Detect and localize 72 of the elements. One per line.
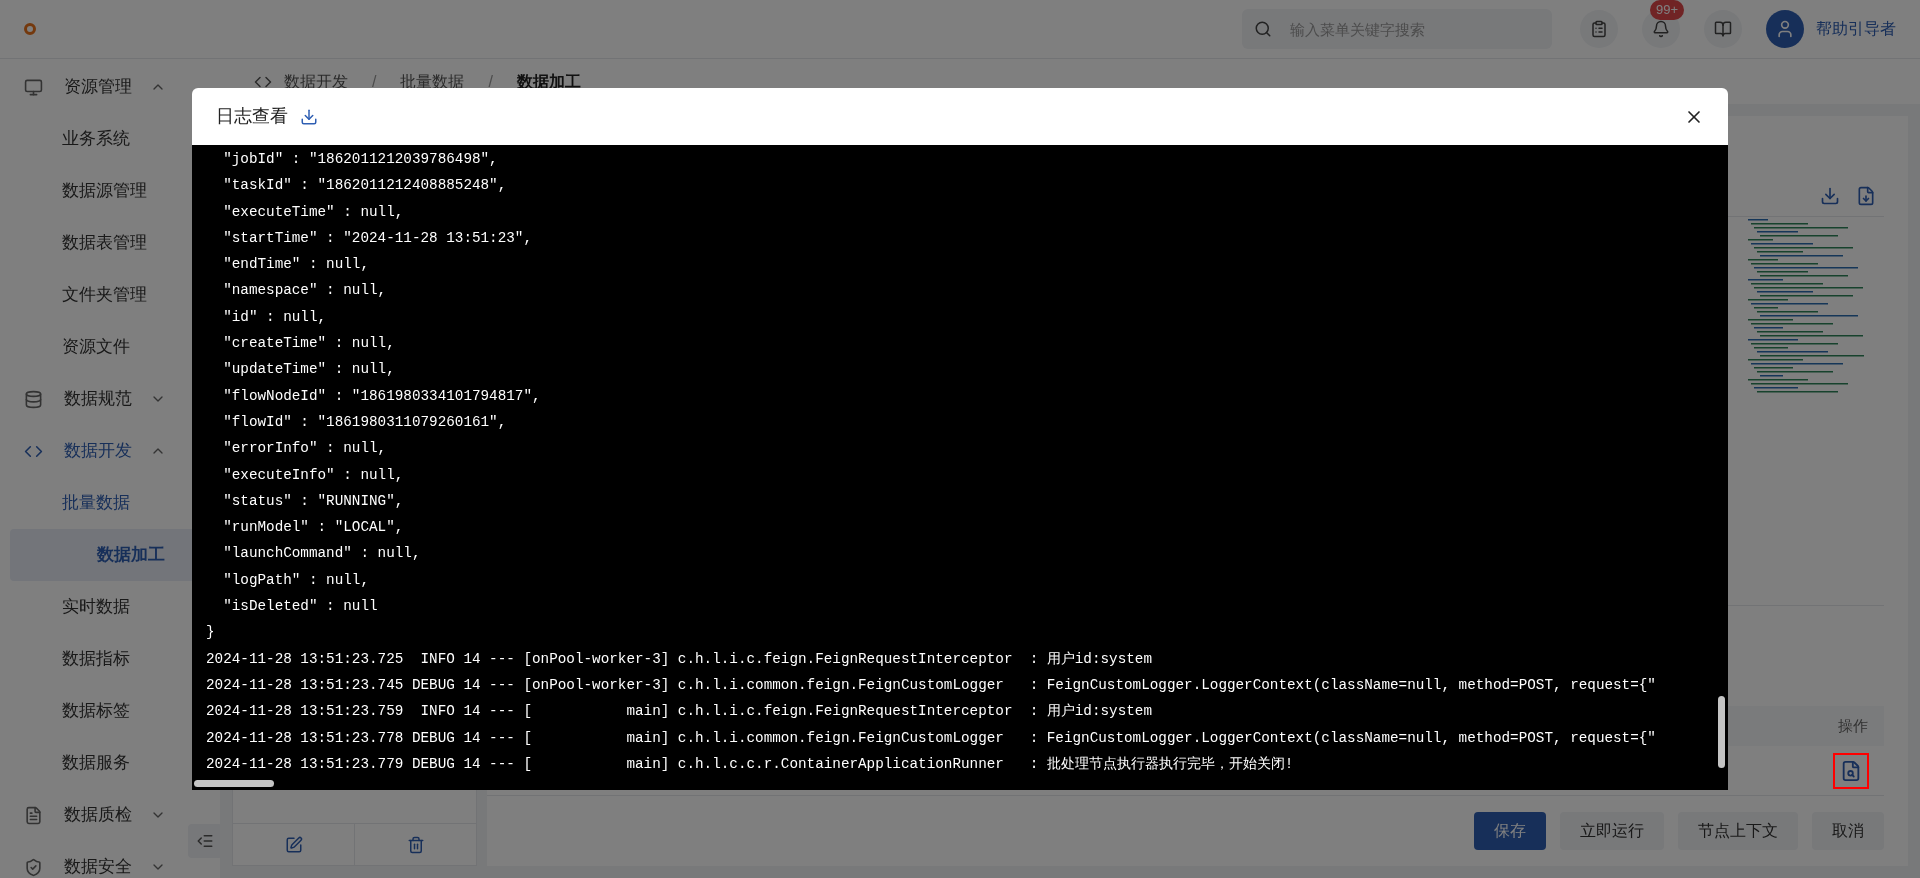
collapse-button[interactable] (188, 824, 220, 858)
action-button[interactable]: 节点上下文 (1678, 812, 1798, 850)
log-line: "logPath" : null, (222, 570, 369, 590)
sidebar-item[interactable]: 数据源管理 (0, 165, 184, 217)
sidebar-item[interactable]: 数据表管理 (0, 217, 184, 269)
clipboard-icon (1590, 20, 1608, 38)
notification-badge: 99+ (1650, 0, 1685, 20)
action-button[interactable]: 取消 (1812, 812, 1884, 850)
edit-icon (284, 835, 303, 854)
clipboard-button[interactable] (1580, 10, 1618, 48)
vertical-scrollbar[interactable] (1718, 696, 1725, 768)
help-button[interactable] (1704, 10, 1742, 48)
breadcrumb-separator: / (372, 71, 377, 92)
sidebar-item[interactable]: 数据质检 (0, 789, 184, 841)
log-line: "flowId" : "1861980311079260161", (222, 412, 507, 432)
logo-icon (24, 23, 36, 35)
download-icon[interactable] (1820, 186, 1840, 206)
log-line: "taskId" : "1862011212408885248", (222, 176, 507, 196)
log-line: "executeTime" : null, (222, 202, 404, 222)
log-line: 2024-11-28 13:51:23.725 INFO 14 --- [onPool-worker-3] c.h.l.i.c.feign.FeignRequestInterceptor : 用户id:system (206, 649, 1152, 669)
log-line: "updateTime" : null, (222, 360, 395, 380)
sidebar-item[interactable]: 批量数据 (0, 477, 184, 529)
log-line: "errorInfo" : null, (222, 439, 387, 459)
dialog-title: 日志查看 (216, 105, 288, 128)
horizontal-scrollbar[interactable] (194, 780, 274, 787)
sidebar-item[interactable]: 数据安全 (0, 841, 184, 878)
log-line: "launchCommand" : null, (222, 544, 421, 564)
delete-icon (406, 835, 425, 854)
search-icon (1254, 20, 1272, 38)
menu-group-icon (24, 78, 43, 97)
save-button[interactable]: 保存 (1474, 812, 1546, 850)
book-icon (1714, 20, 1732, 38)
column-header: 操作 (1838, 715, 1868, 736)
download-icon[interactable] (300, 107, 318, 126)
sidebar-item[interactable]: 实时数据 (0, 581, 184, 633)
action-button[interactable]: 立即运行 (1560, 812, 1664, 850)
log-line: 2024-11-28 13:51:23.778 DEBUG 14 --- [ main] c.h.l.i.common.feign.FeignCustomLogger : FeignCustomLogger.LoggerContext(className=null, method=POST, request={" (206, 728, 1656, 748)
export-icon[interactable] (1856, 186, 1876, 206)
log-line: 2024-11-28 13:51:23.779 DEBUG 14 --- [ main] c.h.l.c.c.r.ContainerApplicationRunner : 批处理节点执行器执行完毕，开始关闭! (206, 754, 1294, 774)
menu-group-icon (24, 806, 43, 825)
sidebar-item[interactable]: 资源文件 (0, 321, 184, 373)
log-line: 2024-11-28 13:51:23.745 DEBUG 14 --- [onPool-worker-3] c.h.l.i.common.feign.FeignCustomLogger : FeignCustomLogger.LoggerContext(className=null, method=POST, request={" (206, 675, 1656, 695)
highlight-frame (1833, 752, 1869, 789)
log-line: "startTime" : "2024-11-28 13:51:23", (222, 228, 533, 248)
avatar-icon[interactable] (1766, 10, 1804, 48)
user-name[interactable]: 帮助引导者 (1816, 17, 1896, 41)
sidebar-item[interactable]: 数据标签 (0, 685, 184, 737)
log-line: "jobId" : "1862011212039786498", (222, 150, 498, 169)
sidebar-item[interactable]: 文件夹管理 (0, 269, 184, 321)
log-line: "isDeleted" : null (222, 597, 378, 617)
log-line: "createTime" : null, (222, 334, 395, 354)
log-line: 2024-11-28 13:51:23.759 INFO 14 --- [ main] c.h.l.i.c.feign.FeignRequestInterceptor : 用户id:system (206, 702, 1152, 722)
sidebar-item[interactable]: 数据开发 (0, 425, 184, 477)
log-line: "id" : null, (222, 307, 327, 327)
sidebar-item[interactable]: 资源管理 (0, 61, 184, 113)
log-line: "executeInfo" : null, (222, 465, 404, 485)
sidebar-item[interactable]: 数据指标 (0, 633, 184, 685)
log-line: "flowNodeId" : "1861980334101794817", (222, 386, 541, 406)
collapse-icon (196, 832, 214, 850)
log-line: "status" : "RUNNING", (222, 491, 404, 511)
menu-group-icon (24, 858, 43, 877)
log-line: "endTime" : null, (222, 255, 369, 275)
log-line: "namespace" : null, (222, 281, 387, 301)
breadcrumb-separator: / (488, 71, 493, 92)
bell-icon (1652, 20, 1670, 38)
view-log-icon[interactable] (1840, 759, 1862, 782)
sidebar-item[interactable]: 数据规范 (0, 373, 184, 425)
log-line: } (206, 623, 215, 643)
sidebar-item[interactable]: 数据服务 (0, 737, 184, 789)
sidebar-item[interactable]: 业务系统 (0, 113, 184, 165)
log-line: "runModel" : "LOCAL", (222, 518, 404, 538)
menu-group-icon (24, 390, 43, 409)
